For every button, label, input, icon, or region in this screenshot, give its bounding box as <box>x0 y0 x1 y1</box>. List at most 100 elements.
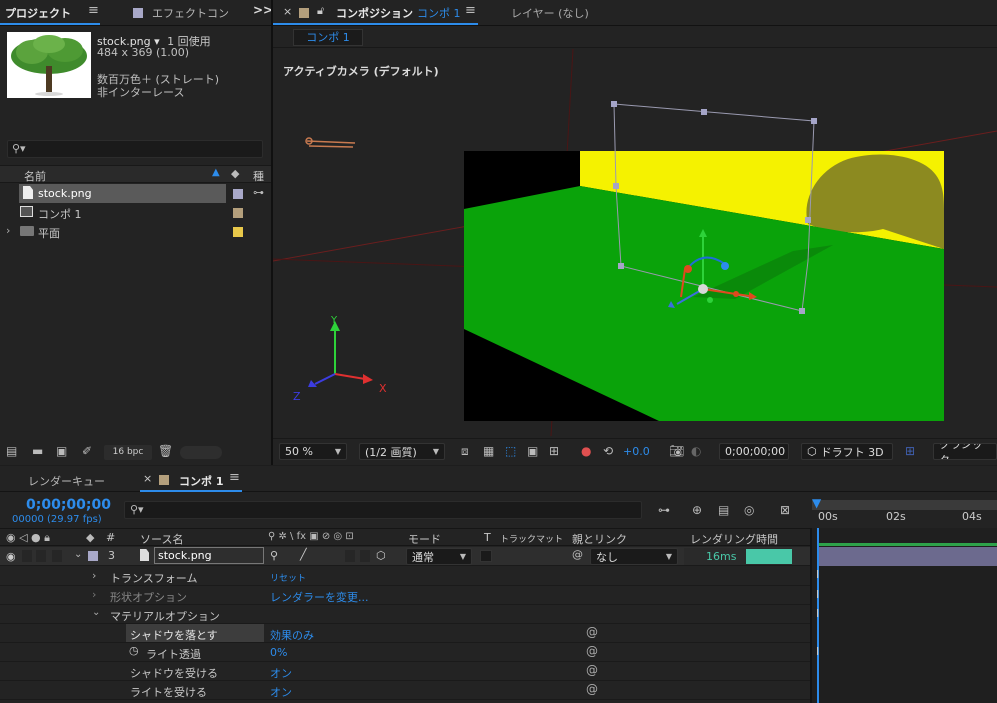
col-render-time[interactable]: レンダリング時間 <box>690 531 778 547</box>
preserve-transparency-switch[interactable] <box>480 550 492 562</box>
show-snapshot-icon[interactable]: ◐ <box>691 444 701 458</box>
property-row[interactable]: シャドウを受ける オン @ <box>0 662 810 681</box>
label-color[interactable] <box>88 551 98 561</box>
chevron-right-icon[interactable]: › <box>92 588 96 601</box>
accept-lights-value[interactable]: オン <box>270 684 292 700</box>
label-tag-icon[interactable]: ◆ <box>231 167 239 180</box>
col-t[interactable]: T <box>484 531 491 544</box>
lock-switch[interactable] <box>52 550 62 562</box>
guides-icon[interactable]: ⊞ <box>549 444 559 458</box>
property-row[interactable]: ライトを受ける オン @ <box>0 681 810 700</box>
3d-layer-icon[interactable]: ⬡ <box>376 549 386 562</box>
stopwatch-icon[interactable]: ◷ <box>129 644 139 657</box>
mask-visibility-icon[interactable]: ⬚ <box>505 444 516 458</box>
playhead-icon[interactable]: ▼ <box>812 496 821 510</box>
label-color[interactable] <box>233 227 243 237</box>
effects-tab[interactable]: エフェクトコン <box>152 5 229 21</box>
property-row[interactable]: ◷ ライト透過 0% @ <box>0 643 810 662</box>
scene-canvas[interactable] <box>273 49 997 436</box>
list-item[interactable]: stock.png ⊶ <box>0 184 271 203</box>
lock-icon[interactable]: 🔓︎ <box>317 4 324 18</box>
view-mode-dropdown[interactable]: クラシック <box>933 443 997 460</box>
viewer-menu-icon[interactable]: ≡ <box>465 3 476 18</box>
render-queue-tab[interactable]: レンダーキュー <box>28 473 105 489</box>
motion-blur-switch[interactable] <box>345 550 355 562</box>
close-icon[interactable]: × <box>283 5 292 18</box>
reset-exposure-icon[interactable]: ⟲ <box>603 444 613 458</box>
comp-tab-name[interactable]: コンポ 1 <box>417 5 461 21</box>
solo-switch[interactable] <box>36 550 46 562</box>
keyframe-marker[interactable]: I <box>816 568 819 581</box>
comp-navigator-tab[interactable]: コンポ 1 <box>293 29 363 46</box>
col-type[interactable]: 種 <box>253 168 264 184</box>
region-of-interest-icon[interactable]: ▣ <box>527 444 538 458</box>
eye-icon[interactable]: ◉ <box>6 550 16 563</box>
layer-duration-bar[interactable] <box>818 547 997 566</box>
timecode-field[interactable]: 0;00;00;00 <box>719 443 789 460</box>
table-row[interactable]: ◉ ⌄ 3 stock.png ⚲ ╱ ⬡ 通常 ▼ @ なし ▼ 16ms <box>0 547 810 566</box>
parent-dropdown[interactable]: なし ▼ <box>590 548 678 565</box>
renderer-button[interactable]: ⬡ ドラフト 3D <box>801 443 893 460</box>
timeline-search-input[interactable]: ⚲▾ <box>124 501 642 519</box>
label-tag-icon[interactable]: ◆ <box>86 531 94 544</box>
motion-blur-icon[interactable]: ◎ <box>744 503 754 517</box>
keyframe-marker[interactable]: I <box>816 645 819 658</box>
graph-editor-icon[interactable]: ⊠ <box>780 503 790 517</box>
cast-shadows-value[interactable]: 効果のみ <box>270 627 314 643</box>
quality-switch-icon[interactable]: ╱ <box>300 548 307 561</box>
col-name[interactable]: 名前 <box>24 168 46 184</box>
shy-switch-icon[interactable]: ⚲ <box>270 549 278 562</box>
property-row[interactable]: › トランスフォーム リセット <box>0 567 810 586</box>
pickwhip-icon[interactable]: @ <box>586 644 598 658</box>
chevron-right-icon[interactable]: › <box>6 224 10 237</box>
label-color[interactable] <box>233 189 243 199</box>
chevron-down-icon[interactable]: ⌄ <box>92 607 100 618</box>
draft-3d-icon[interactable]: ⊕ <box>692 503 702 517</box>
pickwhip-icon[interactable]: @ <box>586 625 598 639</box>
snapshot-region-icon[interactable]: ⧈ <box>461 444 469 459</box>
color-channels-icon[interactable]: ● <box>581 444 591 458</box>
camera-snapshot-icon[interactable]: 📷︎ <box>669 444 684 458</box>
composition-tab[interactable]: コンポジション <box>336 5 413 21</box>
property-row[interactable]: シャドウを落とす 効果のみ @ <box>0 624 810 643</box>
timeline-comp-tab[interactable]: コンポ 1 <box>179 473 223 489</box>
viewport[interactable]: アクティブカメラ (デフォルト) Y X Z <box>273 49 997 436</box>
layer-tab[interactable]: レイヤー (なし) <box>511 5 589 21</box>
resolution-dropdown[interactable]: (1/2 画質) ▼ <box>359 443 445 460</box>
keyframe-marker[interactable]: I <box>816 607 819 620</box>
property-row[interactable]: › 形状オプション レンダラーを変更... <box>0 586 810 605</box>
bpc-button[interactable]: 16 bpc <box>104 445 152 460</box>
light-transmission-value[interactable]: 0% <box>270 646 287 659</box>
col-parent[interactable]: 親とリンク <box>572 531 627 547</box>
adjustment-switch[interactable] <box>360 550 370 562</box>
3d-ground-plane-icon[interactable]: ⊞ <box>905 444 915 458</box>
transform-reset[interactable]: リセット <box>270 571 306 584</box>
trash-icon[interactable]: 🗑 <box>158 444 173 458</box>
pickwhip-icon[interactable]: @ <box>586 663 598 677</box>
chevron-down-icon[interactable]: ⌄ <box>74 549 82 560</box>
exposure-value[interactable]: +0.0 <box>623 445 650 458</box>
project-tab[interactable]: プロジェクト <box>5 5 71 21</box>
audio-switch[interactable] <box>22 550 32 562</box>
sort-ascending-icon[interactable]: ▲ <box>212 167 220 178</box>
new-comp-icon[interactable]: ▣ <box>56 444 67 458</box>
col-trackmatte[interactable]: トラックマット <box>500 532 563 545</box>
list-item[interactable]: › 平面 <box>0 222 271 241</box>
blend-mode-dropdown[interactable]: 通常 ▼ <box>406 548 472 565</box>
keyframe-marker[interactable]: I <box>816 588 819 601</box>
col-source-name[interactable]: ソース名 <box>140 531 183 547</box>
col-switches[interactable]: ⚲ ✲ \ fx ▣ ⊘ ◎ ⊡ <box>268 531 354 542</box>
transparency-grid-icon[interactable]: ▦ <box>483 444 494 458</box>
list-item[interactable]: コンポ 1 <box>0 203 271 222</box>
change-renderer-link[interactable]: レンダラーを変更... <box>270 589 369 605</box>
chevron-right-icon[interactable]: › <box>92 569 96 582</box>
layer-name[interactable]: stock.png <box>154 547 264 564</box>
pickwhip-icon[interactable]: @ <box>586 682 598 696</box>
work-area-bar[interactable] <box>812 500 997 510</box>
accept-shadows-value[interactable]: オン <box>270 665 292 681</box>
track-area[interactable]: I I I I <box>810 528 997 703</box>
time-ruler[interactable]: 00s 02s 04s ▼ <box>812 496 997 524</box>
col-mode[interactable]: モード <box>408 531 441 547</box>
close-icon[interactable]: × <box>143 472 152 485</box>
timeline-menu-icon[interactable]: ≡ <box>229 470 240 485</box>
